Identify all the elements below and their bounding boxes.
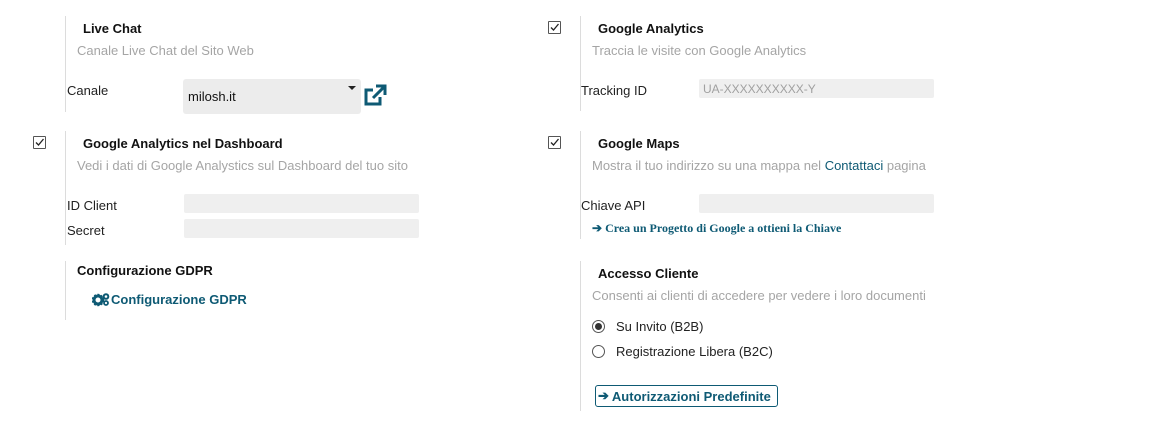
arrow-right-icon: ➔: [598, 388, 609, 403]
gdpr-link-label: Configurazione GDPR: [111, 292, 247, 307]
radio-b2c-label: Registrazione Libera (B2C): [616, 344, 773, 359]
section-divider: [65, 16, 66, 112]
tracking-id-input[interactable]: [699, 79, 934, 98]
gdpr-link[interactable]: Configurazione GDPR: [91, 292, 247, 307]
ga-dashboard-title: Google Analytics nel Dashboard: [83, 136, 283, 151]
ga-dashboard-checkbox[interactable]: [33, 136, 46, 149]
live-chat-title: Live Chat: [83, 21, 142, 36]
tracking-id-label: Tracking ID: [581, 83, 647, 98]
google-maps-title: Google Maps: [598, 136, 680, 151]
autorizzazioni-predefinite-button[interactable]: ➔ Autorizzazioni Predefinite: [595, 385, 778, 407]
canale-select[interactable]: milosh.it: [183, 79, 361, 114]
accesso-cliente-title: Accesso Cliente: [598, 266, 699, 281]
live-chat-description: Canale Live Chat del Sito Web: [77, 43, 254, 58]
secret-input[interactable]: [184, 219, 419, 238]
secret-label: Secret: [67, 223, 105, 238]
canale-select-value: milosh.it: [188, 89, 236, 104]
google-analytics-title: Google Analytics: [598, 21, 704, 36]
api-key-input[interactable]: [699, 194, 934, 213]
google-analytics-description: Traccia le visite con Google Analytics: [592, 43, 807, 58]
radio-selected-dot: [595, 323, 602, 330]
google-maps-checkbox[interactable]: [548, 136, 561, 149]
google-maps-description-suffix: pagina: [883, 158, 926, 173]
create-project-link-label: Crea un Progetto di Google a ottieni la …: [605, 221, 842, 235]
section-divider: [65, 131, 66, 245]
id-client-label: ID Client: [67, 198, 117, 213]
autorizzazioni-button-label: Autorizzazioni Predefinite: [611, 388, 771, 404]
external-link-icon[interactable]: [363, 84, 387, 108]
section-divider: [580, 131, 581, 239]
accesso-cliente-description: Consenti ai clienti di accedere per vede…: [592, 288, 926, 303]
google-analytics-checkbox[interactable]: [548, 21, 561, 34]
contattaci-link[interactable]: Contattaci: [825, 158, 884, 173]
gears-icon: [91, 292, 111, 307]
api-key-label: Chiave API: [581, 198, 646, 213]
radio-b2c[interactable]: [592, 345, 605, 358]
gdpr-title: Configurazione GDPR: [77, 263, 213, 278]
id-client-input[interactable]: [184, 194, 419, 213]
section-divider: [580, 261, 581, 411]
chevron-down-icon: [348, 86, 356, 90]
google-maps-description: Mostra il tuo indirizzo su una mappa nel…: [592, 158, 926, 173]
section-divider: [65, 261, 66, 320]
arrow-right-icon: ➔: [592, 221, 603, 235]
radio-b2b-label: Su Invito (B2B): [616, 319, 704, 334]
create-project-link[interactable]: ➔ Crea un Progetto di Google a ottieni l…: [592, 221, 841, 236]
canale-label: Canale: [67, 83, 109, 98]
ga-dashboard-description: Vedi i dati di Google Analystics sul Das…: [77, 158, 408, 173]
radio-b2b[interactable]: [592, 320, 605, 333]
google-maps-description-text: Mostra il tuo indirizzo su una mappa nel: [592, 158, 825, 173]
